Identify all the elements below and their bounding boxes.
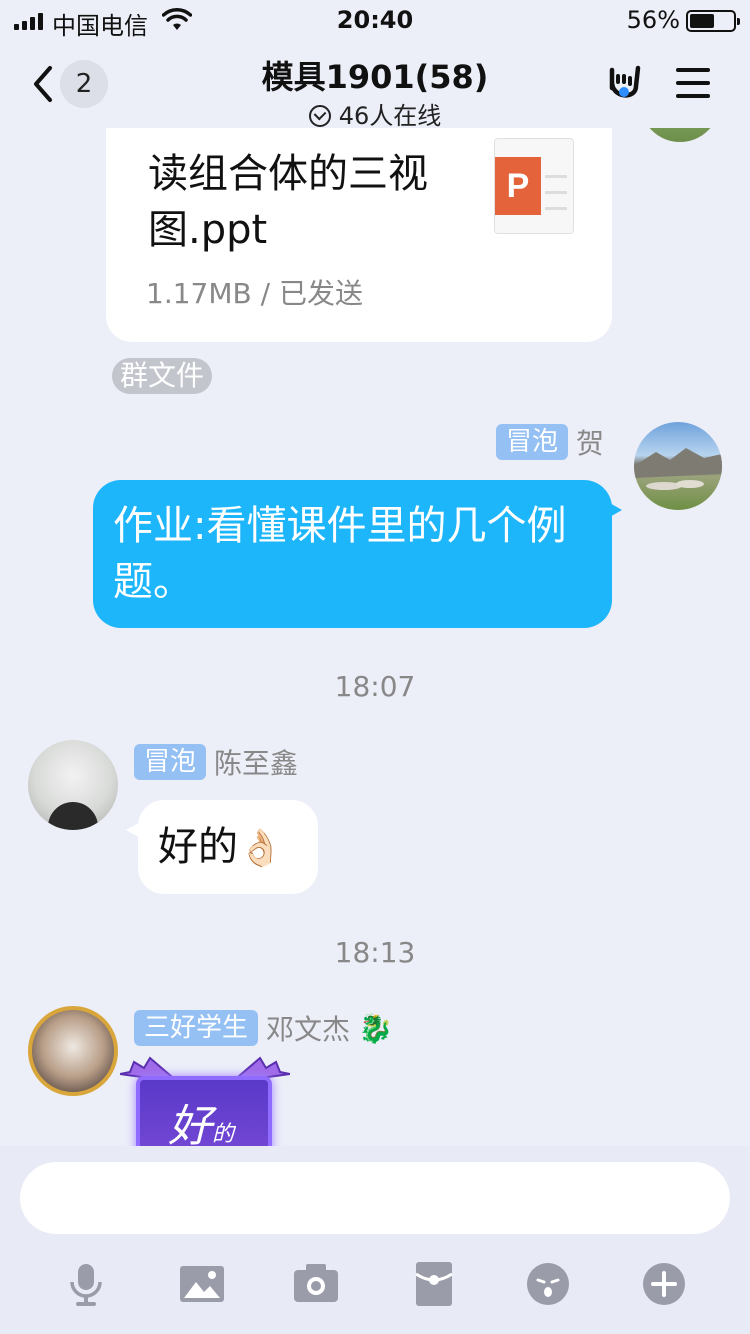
sender-header-chen: 冒泡 陈至鑫 [134, 742, 298, 782]
chat-area[interactable]: 读组合体的三视图.ppt P 1.17MB / 已发送 群文件 冒泡 贺 作业:… [0, 128, 750, 1146]
sender-name: 邓文杰 [266, 1013, 351, 1046]
sticker-frame: 好的 [136, 1076, 272, 1146]
ok-hand-emoji: 👌🏻 [238, 828, 283, 869]
sender-name: 贺 [575, 427, 604, 460]
file-message[interactable]: 读组合体的三视图.ppt P 1.17MB / 已发送 [106, 128, 612, 342]
red-packet-icon[interactable] [412, 1262, 456, 1306]
nav-bar: 2 模具1901(58) 46人在线 [0, 40, 750, 130]
sender-header-he: 冒泡 贺 [495, 422, 604, 462]
avatar[interactable] [28, 740, 118, 830]
avatar[interactable] [28, 1006, 118, 1096]
microphone-icon[interactable] [64, 1262, 108, 1306]
avatar[interactable] [634, 422, 722, 510]
online-count: 46人在线 [338, 102, 442, 130]
status-bar: 中国电信 20:40 56% [0, 0, 750, 40]
sticker-message[interactable]: 好的 [120, 1054, 290, 1146]
member-tag: 冒泡 [134, 744, 207, 780]
member-tag: 三好学生 [134, 1010, 259, 1046]
sender-header-deng: 三好学生 邓文杰 🐉 [134, 1008, 393, 1048]
timestamp: 18:13 [334, 936, 416, 969]
menu-icon[interactable] [676, 68, 710, 98]
file-name: 读组合体的三视图.ppt [148, 151, 428, 253]
member-tag: 冒泡 [495, 424, 568, 460]
ppt-file-icon: P [494, 138, 574, 234]
message-bubble[interactable]: 好的👌🏻 [126, 800, 318, 894]
sender-name: 陈至鑫 [214, 747, 299, 780]
plus-icon[interactable] [642, 1262, 686, 1306]
message-bubble[interactable]: 作业:看懂课件里的几个例题。 [93, 480, 622, 628]
battery-fill [690, 14, 714, 28]
dragon-badge-icon: 🐉 [358, 1011, 393, 1045]
emoji-icon[interactable] [526, 1262, 570, 1306]
dropdown-circle-icon [308, 105, 331, 127]
sticker-text: 好的 [168, 1101, 235, 1146]
message-input[interactable] [20, 1162, 730, 1234]
image-icon[interactable] [180, 1262, 224, 1306]
battery-icon [686, 10, 740, 32]
message-text: 好的 [158, 824, 238, 870]
camera-icon[interactable] [294, 1262, 338, 1306]
avatar-partial[interactable] [640, 128, 720, 142]
rock-hand-icon[interactable] [604, 62, 644, 106]
group-file-tag[interactable]: 群文件 [112, 358, 213, 394]
timestamp: 18:07 [334, 670, 416, 703]
battery-percent: 56% [626, 6, 680, 34]
input-bar [0, 1146, 750, 1334]
file-meta: 1.17MB / 已发送 [146, 277, 363, 310]
